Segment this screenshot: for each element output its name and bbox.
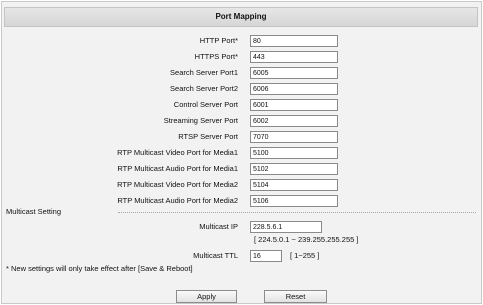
rtp-video-media2-label: RTP Multicast Video Port for Media2 <box>117 180 238 189</box>
rtsp-server-port-input[interactable] <box>250 131 338 143</box>
rtp-video-media2-input[interactable] <box>250 179 338 191</box>
rtp-audio-media2-label: RTP Multicast Audio Port for Media2 <box>117 196 238 205</box>
port-row-control: Control Server Port <box>0 99 483 111</box>
multicast-ttl-label: Multicast TTL <box>193 251 238 260</box>
multicast-ttl-row: Multicast TTL [ 1~255 ] <box>0 250 483 262</box>
rtp-video-media1-input[interactable] <box>250 147 338 159</box>
port-row-search2: Search Server Port2 <box>0 83 483 95</box>
streaming-server-port-input[interactable] <box>250 115 338 127</box>
https-port-label: HTTPS Port* <box>194 52 238 61</box>
reset-button[interactable]: Reset <box>264 290 327 303</box>
multicast-ttl-range-hint: [ 1~255 ] <box>290 251 320 260</box>
search-server-port2-label: Search Server Port2 <box>170 84 238 93</box>
page-title: Port Mapping <box>4 7 478 27</box>
rtp-audio-media1-input[interactable] <box>250 163 338 175</box>
multicast-ip-input[interactable] <box>250 221 322 233</box>
multicast-ip-range-hint: [ 224.5.0.1 ~ 239.255.255.255 ] <box>254 235 359 244</box>
port-row-rtp-video-media1: RTP Multicast Video Port for Media1 <box>0 147 483 159</box>
port-row-rtp-audio-media2: RTP Multicast Audio Port for Media2 <box>0 195 483 207</box>
multicast-setting-label: Multicast Setting <box>6 207 62 216</box>
https-port-input[interactable] <box>250 51 338 63</box>
rtp-audio-media2-input[interactable] <box>250 195 338 207</box>
rtp-video-media1-label: RTP Multicast Video Port for Media1 <box>117 148 238 157</box>
control-server-port-label: Control Server Port <box>173 100 238 109</box>
section-divider <box>118 212 476 213</box>
port-row-search1: Search Server Port1 <box>0 67 483 79</box>
search-server-port1-label: Search Server Port1 <box>170 68 238 77</box>
http-port-input[interactable] <box>250 35 338 47</box>
search-server-port1-input[interactable] <box>250 67 338 79</box>
multicast-ip-row: Multicast IP <box>0 221 483 233</box>
port-row-streaming: Streaming Server Port <box>0 115 483 127</box>
search-server-port2-input[interactable] <box>250 83 338 95</box>
control-server-port-input[interactable] <box>250 99 338 111</box>
port-row-https: HTTPS Port* <box>0 51 483 63</box>
rtp-audio-media1-label: RTP Multicast Audio Port for Media1 <box>117 164 238 173</box>
port-row-rtp-audio-media1: RTP Multicast Audio Port for Media1 <box>0 163 483 175</box>
http-port-label: HTTP Port* <box>199 36 238 45</box>
port-row-http: HTTP Port* <box>0 35 483 47</box>
multicast-ip-label: Multicast IP <box>199 222 238 231</box>
reboot-note: * New settings will only take effect aft… <box>6 264 193 273</box>
rtsp-server-port-label: RTSP Server Port <box>178 132 238 141</box>
streaming-server-port-label: Streaming Server Port <box>163 116 238 125</box>
apply-button[interactable]: Apply <box>176 290 237 303</box>
port-row-rtp-video-media2: RTP Multicast Video Port for Media2 <box>0 179 483 191</box>
multicast-ttl-input[interactable] <box>250 250 282 262</box>
port-row-rtsp: RTSP Server Port <box>0 131 483 143</box>
